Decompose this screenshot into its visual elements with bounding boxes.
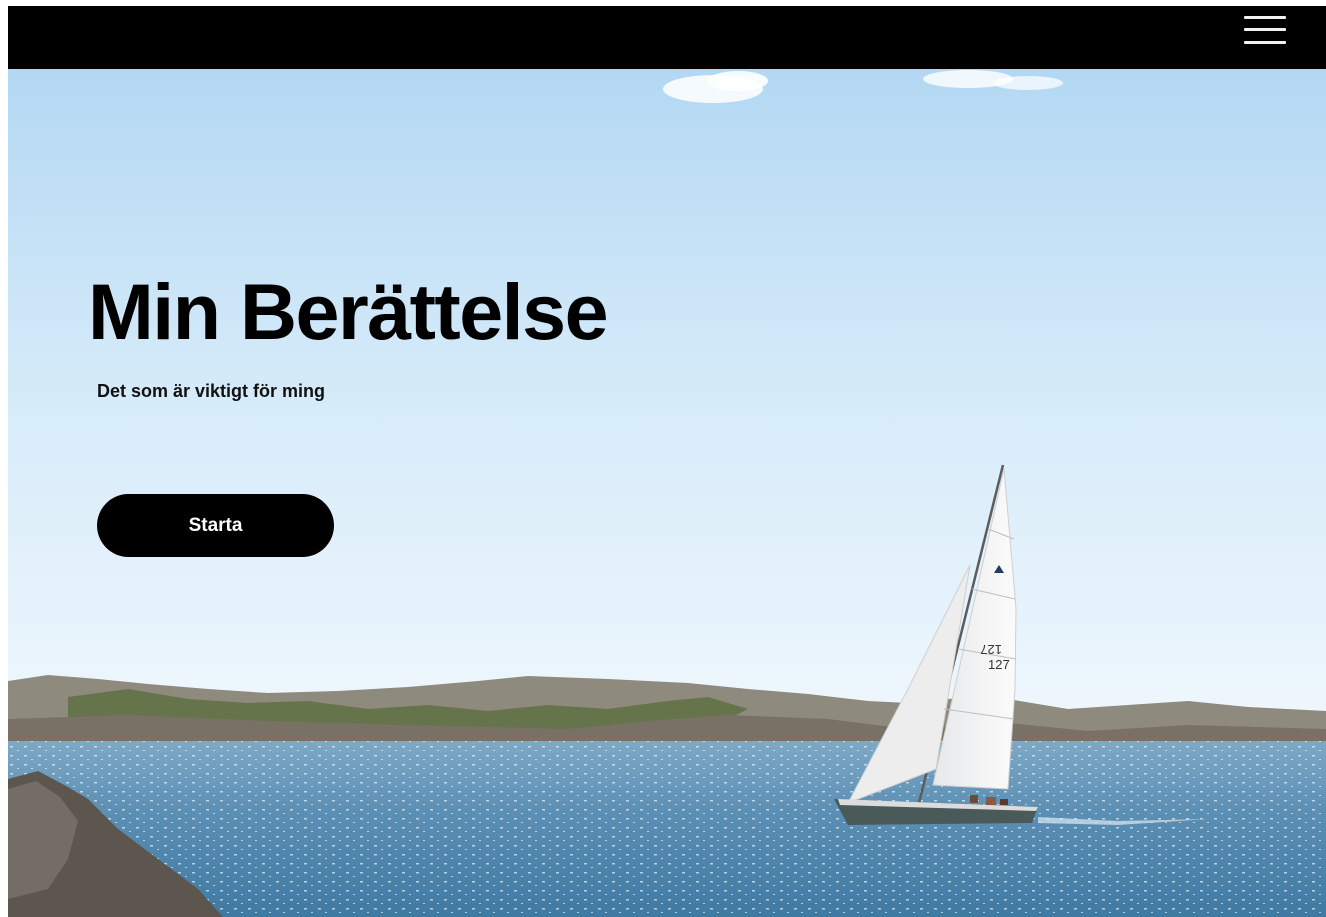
hamburger-menu-button[interactable] [1244,15,1286,47]
app-frame: 127 127 Min Berättelse Det som är viktig… [8,6,1326,917]
cloud [993,76,1063,90]
hamburger-menu-icon-line [1244,28,1286,31]
page-title: Min Berättelse [88,267,609,356]
hero-content: Min Berättelse Det som är viktigt för mi… [8,69,708,669]
sail-number-lower: 127 [988,657,1010,672]
hamburger-menu-icon-line [1244,41,1286,44]
sea-glitter [8,741,1326,917]
hamburger-menu-icon [1244,16,1286,19]
hero-section: 127 127 Min Berättelse Det som är viktig… [8,69,1326,917]
cloud [708,71,768,91]
page-subtitle: Det som är viktigt för ming [97,381,326,401]
start-button[interactable]: Starta [97,494,334,557]
top-navigation-bar [8,6,1326,69]
sail-number: 127 [980,642,1002,657]
